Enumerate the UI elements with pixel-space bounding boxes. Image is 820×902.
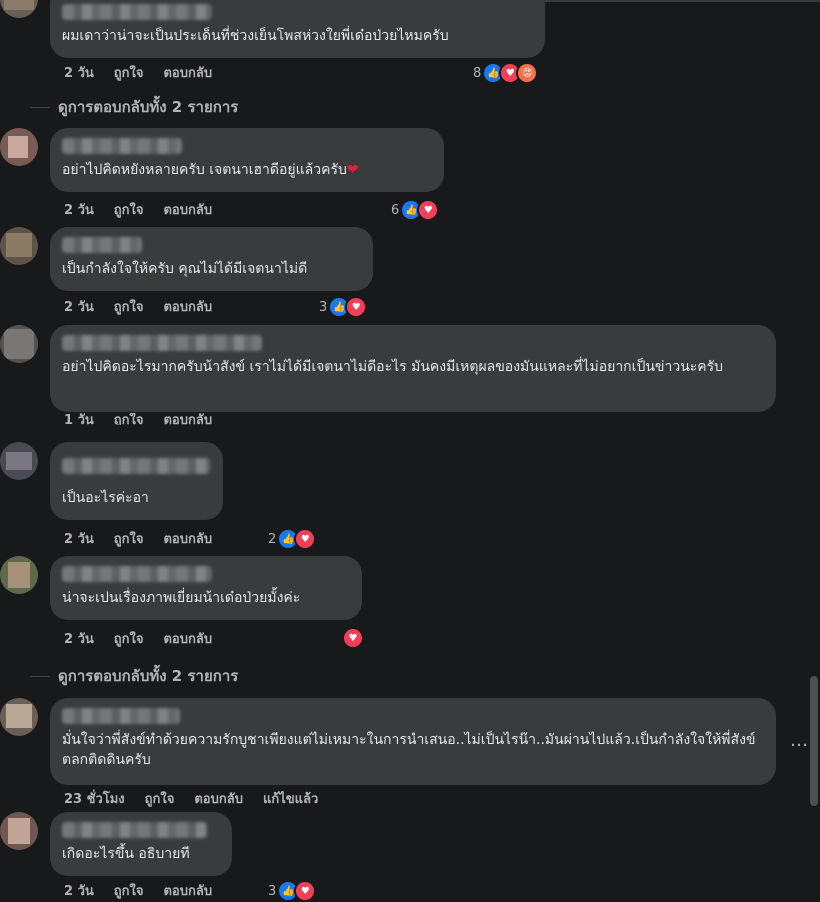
comment-text: มั่นใจว่าพี่สังข์ทำด้วยความรักบูชาเพียงแ… bbox=[62, 732, 756, 768]
comment-time[interactable]: 2 วัน bbox=[64, 296, 94, 317]
commenter-name[interactable] bbox=[62, 335, 262, 351]
reaction-count: 3 bbox=[268, 883, 277, 899]
reply-button[interactable]: ตอบกลับ bbox=[163, 528, 212, 549]
commenter-name[interactable] bbox=[62, 4, 212, 20]
avatar[interactable] bbox=[0, 128, 38, 166]
reaction-count: 6 bbox=[391, 202, 400, 218]
comment-text: เป็นกำลังใจให้ครับ คุณไม่ได้มีเจตนาไม่ดี bbox=[62, 261, 308, 277]
commenter-name[interactable] bbox=[62, 708, 180, 724]
like-button[interactable]: ถูกใจ bbox=[114, 413, 144, 425]
reaction-summary[interactable]: 3 👍 ♥ bbox=[319, 296, 368, 318]
comment-text: น่าจะเปนเรื่องภาพเยี่ยมน้าเด๋อป่วยมั้งค่… bbox=[62, 590, 301, 606]
comment-actions: 2 วัน ถูกใจ ตอบกลับ bbox=[64, 628, 212, 649]
like-button[interactable]: ถูกใจ bbox=[114, 296, 144, 317]
reaction-summary[interactable]: 2 👍 ♥ bbox=[268, 528, 317, 550]
reply-button[interactable]: ตอบกลับ bbox=[163, 199, 212, 220]
comment-text: ผมเดาว่าน่าจะเป็นประเด็นที่ช่วงเย็นโพสห่… bbox=[62, 28, 449, 44]
heart-emoji: ❤ bbox=[346, 162, 359, 178]
comment-bubble: น่าจะเปนเรื่องภาพเยี่ยมน้าเด๋อป่วยมั้งค่… bbox=[50, 556, 362, 620]
comment-bubble: เป็นอะไรค่ะอา bbox=[50, 442, 223, 520]
reaction-count: 3 bbox=[319, 299, 328, 315]
like-button[interactable]: ถูกใจ bbox=[114, 880, 144, 901]
comment-time[interactable]: 23 ชั่วโมง bbox=[64, 788, 125, 809]
reply-button[interactable]: ตอบกลับ bbox=[163, 413, 212, 425]
reply-thread-line bbox=[30, 106, 50, 108]
view-replies-link[interactable]: ดูการตอบกลับทั้ง 2 รายการ bbox=[30, 664, 238, 688]
comment-time[interactable]: 1 วัน bbox=[64, 413, 94, 425]
avatar[interactable] bbox=[0, 556, 38, 594]
like-button[interactable]: ถูกใจ bbox=[114, 62, 144, 83]
reaction-summary[interactable]: 8 👍 ♥ 😡 bbox=[473, 62, 539, 84]
comment-time[interactable]: 2 วัน bbox=[64, 62, 94, 83]
comment-actions: 2 วัน ถูกใจ ตอบกลับ bbox=[64, 199, 212, 220]
comment-bubble: อย่าไปคิดหยังหลายครับ เจตนาเฮาดีอยู่แล้ว… bbox=[50, 128, 444, 192]
comment-bubble: ผมเดาว่าน่าจะเป็นประเด็นที่ช่วงเย็นโพสห่… bbox=[50, 0, 545, 58]
like-button[interactable]: ถูกใจ bbox=[114, 628, 144, 649]
reply-button[interactable]: ตอบกลับ bbox=[163, 62, 212, 83]
like-button[interactable]: ถูกใจ bbox=[114, 199, 144, 220]
comment-actions: 2 วัน ถูกใจ ตอบกลับ bbox=[64, 880, 212, 901]
comment-bubble: เป็นกำลังใจให้ครับ คุณไม่ได้มีเจตนาไม่ดี bbox=[50, 227, 373, 291]
avatar[interactable] bbox=[0, 227, 38, 265]
comment-time[interactable]: 2 วัน bbox=[64, 199, 94, 220]
comment-text: อย่าไปคิดหยังหลายครับ เจตนาเฮาดีอยู่แล้ว… bbox=[62, 162, 347, 178]
reply-button[interactable]: ตอบกลับ bbox=[163, 296, 212, 317]
view-replies-label: ดูการตอบกลับทั้ง 2 รายการ bbox=[58, 98, 239, 116]
comment-text: เกิดอะไรขึ้น อธิบายที bbox=[62, 846, 190, 862]
view-replies-label: ดูการตอบกลับทั้ง 2 รายการ bbox=[58, 667, 239, 685]
angry-icon: 😡 bbox=[516, 62, 539, 84]
commenter-name[interactable] bbox=[62, 822, 207, 838]
reaction-count: 8 bbox=[473, 65, 482, 81]
commenter-name[interactable] bbox=[62, 458, 210, 474]
love-icon: ♥ bbox=[345, 296, 368, 318]
comment-bubble: มั่นใจว่าพี่สังข์ทำด้วยความรักบูชาเพียงแ… bbox=[50, 698, 776, 785]
love-icon: ♥ bbox=[342, 627, 364, 649]
comment-bubble: เกิดอะไรขึ้น อธิบายที bbox=[50, 812, 232, 876]
reaction-count: 2 bbox=[268, 531, 277, 547]
avatar[interactable] bbox=[0, 442, 38, 480]
edited-label[interactable]: แก้ไขแล้ว bbox=[263, 788, 318, 809]
avatar[interactable] bbox=[0, 0, 38, 18]
comment-bubble: อย่าไปคิดอะไรมากครับน้าสังข์ เราไม่ได้มี… bbox=[50, 325, 776, 412]
like-button[interactable]: ถูกใจ bbox=[114, 528, 144, 549]
comment-time[interactable]: 2 วัน bbox=[64, 528, 94, 549]
comment-actions: 2 วัน ถูกใจ ตอบกลับ bbox=[64, 62, 212, 83]
comment-actions: 2 วัน ถูกใจ ตอบกลับ bbox=[64, 296, 212, 317]
avatar[interactable] bbox=[0, 325, 38, 363]
comment-time[interactable]: 2 วัน bbox=[64, 628, 94, 649]
reply-button[interactable]: ตอบกลับ bbox=[163, 880, 212, 901]
comment-text: อย่าไปคิดอะไรมากครับน้าสังข์ เราไม่ได้มี… bbox=[62, 359, 724, 375]
reaction-summary[interactable]: 6 👍 ♥ bbox=[391, 199, 440, 221]
like-button[interactable]: ถูกใจ bbox=[145, 788, 175, 809]
commenter-name[interactable] bbox=[62, 237, 142, 253]
reply-button[interactable]: ตอบกลับ bbox=[163, 628, 212, 649]
avatar[interactable] bbox=[0, 812, 38, 850]
comment-time[interactable]: 2 วัน bbox=[64, 880, 94, 901]
reply-button[interactable]: ตอบกลับ bbox=[194, 788, 243, 809]
view-replies-link[interactable]: ดูการตอบกลับทั้ง 2 รายการ bbox=[30, 95, 238, 119]
commenter-name[interactable] bbox=[62, 566, 212, 582]
reaction-summary[interactable]: ♥ bbox=[342, 627, 364, 649]
comment-actions: 23 ชั่วโมง ถูกใจ ตอบกลับ แก้ไขแล้ว bbox=[64, 788, 318, 809]
comment-actions: 1 วัน ถูกใจ ตอบกลับ bbox=[64, 413, 212, 425]
scrollbar[interactable] bbox=[810, 676, 818, 806]
commenter-name[interactable] bbox=[62, 138, 182, 154]
love-icon: ♥ bbox=[294, 528, 317, 550]
comment-actions: 2 วัน ถูกใจ ตอบกลับ bbox=[64, 528, 212, 549]
comment-text: เป็นอะไรค่ะอา bbox=[62, 490, 149, 506]
reply-thread-line bbox=[30, 675, 50, 677]
avatar[interactable] bbox=[0, 698, 38, 736]
love-icon: ♥ bbox=[417, 199, 440, 221]
more-options-icon[interactable]: … bbox=[790, 730, 809, 751]
